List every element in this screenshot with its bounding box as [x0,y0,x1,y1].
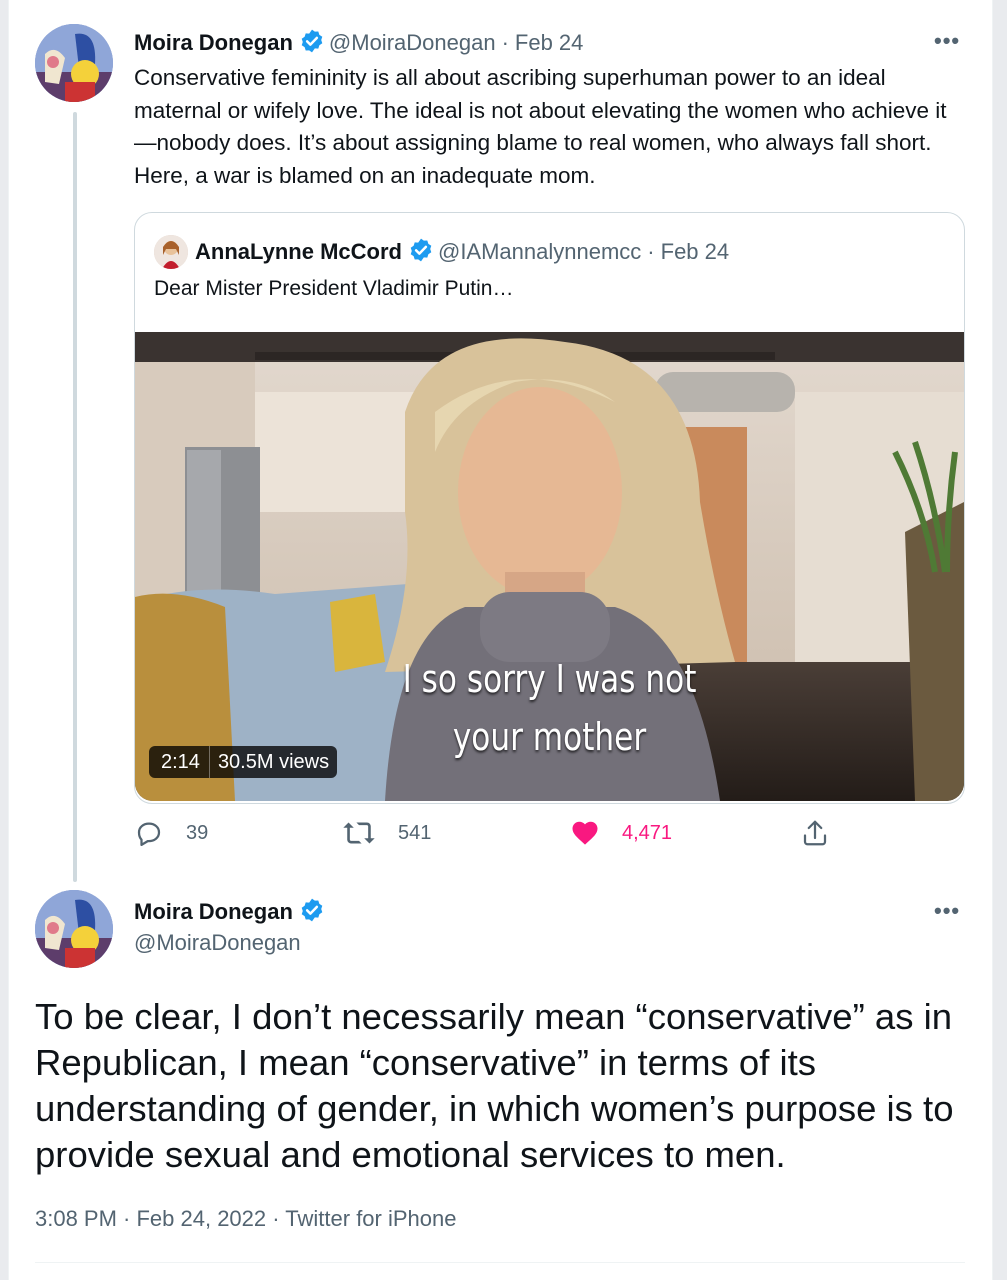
like-count: 4,471 [622,821,673,844]
tweet-timestamp[interactable]: 3:08 PM · Feb 24, 2022 · Twitter for iPh… [35,1206,456,1232]
tweet-thread-card: Moira Donegan @MoiraDonegan · Feb 24 •••… [8,0,993,1280]
separator-dot: · [647,239,655,264]
divider [35,1262,965,1263]
retweet-icon [343,822,375,844]
reply-icon [137,822,161,846]
tweet-text: Conservative femininity is all about asc… [134,65,947,188]
tweet-date[interactable]: Feb 24 [515,30,584,56]
reply-button[interactable]: 39 [134,818,208,848]
share-button[interactable] [800,818,852,848]
quote-author-handle: @IAMannalynnemcc [437,239,642,264]
video-player[interactable]: I so sorry I was not your mother 2:14 30… [135,332,964,801]
tweet-actions: 39 541 4,471 [134,818,964,858]
video-views: 30.5M views [208,746,337,778]
quote-author-name: AnnaLynne McCord [195,239,402,264]
more-options-icon[interactable]: ••• [934,28,960,54]
author-name[interactable]: Moira Donegan [134,30,293,56]
verified-badge-icon [299,28,325,59]
quoted-tweet[interactable]: AnnaLynne McCord @IAMannalynnemcc · Feb … [134,212,965,804]
quote-header: AnnaLynne McCord @IAMannalynnemcc · Feb … [195,235,729,269]
quote-date: Feb 24 [660,239,730,264]
avatar[interactable] [35,24,113,102]
separator-dot: · [501,30,509,55]
heart-icon [572,821,598,845]
author-handle[interactable]: @MoiraDonegan [329,30,496,56]
like-button[interactable]: 4,471 [570,818,672,848]
avatar[interactable] [35,890,113,968]
author-name[interactable]: Moira Donegan [134,899,293,925]
author-handle[interactable]: @MoiraDonegan [134,930,301,956]
verified-badge-icon [408,237,434,268]
retweet-button[interactable]: 541 [342,818,431,848]
share-icon [803,820,827,846]
thread-connector-line [73,112,77,882]
tweet-header: Moira Donegan @MoiraDonegan · Feb 24 [134,28,583,58]
retweet-count: 541 [398,821,432,844]
main-tweet-text: To be clear, I don’t necessarily mean “c… [35,996,954,1175]
tweet-header: Moira Donegan [134,897,329,927]
reply-count: 39 [186,821,209,844]
quote-avatar [154,235,188,269]
video-duration: 2:14 [161,750,200,773]
quote-text: Dear Mister President Vladimir Putin… [154,277,514,300]
verified-badge-icon [299,897,325,928]
more-options-icon[interactable]: ••• [934,898,960,924]
caption-line: I so sorry I was not [402,657,697,701]
video-stats-overlay: 2:14 30.5M views [149,746,338,778]
